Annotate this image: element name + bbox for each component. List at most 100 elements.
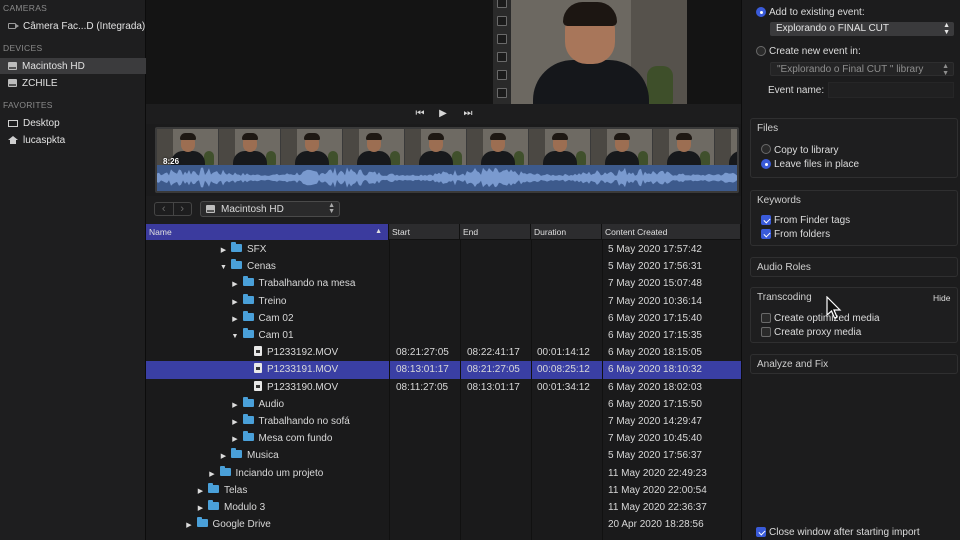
sidebar-item-desktop[interactable]: Desktop bbox=[0, 115, 146, 131]
table-row[interactable]: ▶ Trabalhando na mesa 7 May 2020 15:07:48 bbox=[146, 275, 741, 292]
create-optimized-media-checkbox[interactable] bbox=[761, 313, 771, 323]
table-row[interactable]: P1233190.MOV 08:11:27:05 08:13:01:17 00:01:… bbox=[146, 379, 741, 396]
disclosure-closed-icon[interactable]: ▶ bbox=[231, 397, 240, 414]
from-folders-checkbox[interactable] bbox=[761, 229, 771, 239]
disclosure-open-icon[interactable]: ▼ bbox=[231, 328, 240, 345]
column-header-end[interactable]: End bbox=[460, 224, 531, 240]
item-name: Cam 01 bbox=[258, 330, 294, 341]
table-row[interactable]: ▼ Cenas 5 May 2020 17:56:31 bbox=[146, 258, 741, 275]
folder-icon bbox=[242, 414, 254, 424]
disclosure-closed-icon[interactable]: ▶ bbox=[208, 466, 217, 483]
close-window-checkbox[interactable] bbox=[756, 527, 766, 537]
table-row[interactable]: ▶ Telas 11 May 2020 22:00:54 bbox=[146, 482, 741, 499]
sidebar-header-cameras: CAMERAS bbox=[3, 3, 48, 13]
column-header-duration[interactable]: Duration bbox=[531, 224, 602, 240]
table-row[interactable]: ▼ Cam 01 6 May 2020 17:15:35 bbox=[146, 327, 741, 344]
create-new-event-radio[interactable] bbox=[756, 46, 766, 56]
play-button[interactable]: ▶ bbox=[436, 107, 450, 121]
item-name: Telas bbox=[224, 484, 248, 496]
transport-controls: ⏮ ▶ ⏭ bbox=[146, 104, 741, 124]
column-header-content-created[interactable]: Content Created bbox=[602, 224, 741, 240]
folder-icon bbox=[242, 310, 254, 321]
table-row[interactable]: P1233191.MOV 08:13:01:17 08:21:27:05 00:08:… bbox=[146, 361, 741, 379]
table-row[interactable]: ▶ SFX 5 May 2020 17:57:42 bbox=[146, 241, 741, 258]
disclosure-closed-icon[interactable]: ▶ bbox=[231, 311, 240, 328]
table-row[interactable]: ▶ Google Drive 20 Apr 2020 18:28:56 bbox=[146, 516, 741, 533]
existing-event-popup[interactable]: Explorando o FINAL CUT ▲ ▼ bbox=[770, 22, 954, 36]
previous-frame-button[interactable]: ⏮ bbox=[413, 107, 427, 121]
clip-filmstrip: 8:26 bbox=[146, 124, 741, 196]
transcoding-hide-button[interactable]: Hide bbox=[933, 293, 950, 303]
table-row[interactable]: ▶ Trabalhando no sofá 7 May 2020 14:29:47 bbox=[146, 413, 741, 430]
disclosure-closed-icon[interactable]: ▶ bbox=[231, 294, 240, 311]
sidebar-item-label: Macintosh HD bbox=[22, 60, 85, 72]
next-frame-button[interactable]: ⏭ bbox=[461, 107, 475, 121]
disclosure-closed-icon[interactable]: ▶ bbox=[231, 431, 240, 448]
cell-created: 5 May 2020 17:57:42 bbox=[608, 244, 702, 255]
column-header-name[interactable]: Name ▲ bbox=[146, 224, 389, 240]
table-row[interactable]: ▶ Inciando um projeto 11 May 2020 22:49:23 bbox=[146, 465, 741, 482]
files-section: Files Copy to library Leave files in pla… bbox=[750, 118, 958, 178]
clip-thumbnail bbox=[219, 129, 281, 165]
leave-files-in-place-radio[interactable] bbox=[761, 159, 771, 169]
disclosure-closed-icon[interactable]: ▶ bbox=[196, 500, 205, 517]
disclosure-closed-icon[interactable]: ▶ bbox=[196, 483, 205, 500]
column-header-start[interactable]: Start bbox=[389, 224, 460, 240]
folder-icon bbox=[208, 482, 219, 493]
sidebar-item-label: lucaspkta bbox=[23, 134, 66, 146]
table-row[interactable]: ▶ Audio 6 May 2020 17:15:50 bbox=[146, 396, 741, 413]
folder-icon bbox=[196, 517, 208, 528]
sidebar-item-label: ZCHILE bbox=[22, 77, 58, 89]
item-name: Audio bbox=[258, 398, 285, 410]
location-popup[interactable]: Macintosh HD ▲ ▼ bbox=[200, 201, 340, 217]
table-row[interactable]: ▶ Musica 5 May 2020 17:56:37 bbox=[146, 447, 741, 464]
sidebar-item-zchile[interactable]: ZCHILE bbox=[0, 75, 146, 91]
sidebar-item-camera[interactable]: Câmera Fac...D (Integrada) bbox=[0, 18, 146, 34]
movie-file-icon bbox=[254, 363, 262, 374]
sidebar-item-label: Desktop bbox=[23, 117, 60, 129]
table-row[interactable]: ▶ Cam 02 6 May 2020 17:15:40 bbox=[146, 310, 741, 327]
table-row[interactable]: P1233192.MOV 08:21:27:05 08:22:41:17 00:01:… bbox=[146, 344, 741, 361]
location-label: Macintosh HD bbox=[221, 203, 284, 215]
analyze-and-fix-section[interactable]: Analyze and Fix bbox=[750, 354, 958, 374]
audio-roles-section[interactable]: Audio Roles bbox=[750, 257, 958, 277]
clip-viewer bbox=[146, 0, 741, 104]
item-name: Treino bbox=[258, 295, 287, 307]
create-proxy-media-checkbox[interactable] bbox=[761, 327, 771, 337]
sidebar-item-home[interactable]: lucaspkta bbox=[0, 132, 146, 148]
folder-icon bbox=[219, 465, 231, 476]
from-finder-tags-checkbox[interactable] bbox=[761, 215, 771, 225]
forward-button[interactable]: › bbox=[174, 203, 192, 215]
add-existing-event-radio[interactable] bbox=[756, 7, 766, 17]
home-icon bbox=[8, 136, 18, 144]
copy-to-library-radio[interactable] bbox=[761, 144, 771, 154]
item-name: Google Drive bbox=[212, 519, 271, 531]
desktop-icon bbox=[8, 119, 18, 127]
table-row[interactable]: ▶ Treino 7 May 2020 10:36:14 bbox=[146, 293, 741, 310]
sort-ascending-icon: ▲ bbox=[375, 228, 382, 235]
cell-name: ▼ Cam 01 bbox=[231, 327, 294, 344]
table-row[interactable]: ▶ Modulo 3 11 May 2020 22:36:37 bbox=[146, 499, 741, 516]
disclosure-closed-icon[interactable]: ▶ bbox=[231, 276, 240, 293]
cell-name: P1233191.MOV bbox=[242, 361, 338, 378]
disclosure-closed-icon[interactable]: ▶ bbox=[185, 517, 194, 534]
item-name: Mesa com fundo bbox=[258, 433, 333, 445]
disk-icon bbox=[8, 79, 17, 87]
sidebar-item-macintosh-hd[interactable]: Macintosh HD bbox=[0, 58, 146, 74]
back-button[interactable]: ‹ bbox=[155, 203, 174, 215]
disclosure-closed-icon[interactable]: ▶ bbox=[219, 448, 228, 465]
disclosure-closed-icon[interactable]: ▶ bbox=[219, 242, 228, 259]
cell-name: P1233192.MOV bbox=[242, 344, 338, 361]
disclosure-open-icon[interactable]: ▼ bbox=[219, 259, 228, 276]
table-row[interactable]: ▶ Mesa com fundo 7 May 2020 10:45:40 bbox=[146, 430, 741, 447]
cell-created: 7 May 2020 15:07:48 bbox=[608, 278, 702, 290]
new-event-library-popup[interactable]: "Explorando o Final CUT " library ▲ ▼ bbox=[770, 62, 954, 77]
cell-name: ▶ SFX bbox=[219, 241, 266, 258]
clip-thumbnail-strip[interactable]: 8:26 bbox=[155, 127, 739, 193]
create-proxy-media-label: Create proxy media bbox=[774, 327, 862, 338]
cell-created: 7 May 2020 14:29:47 bbox=[608, 416, 702, 427]
event-name-label: Event name: bbox=[768, 85, 825, 96]
add-existing-event-label: Add to existing event: bbox=[769, 7, 865, 18]
disclosure-closed-icon[interactable]: ▶ bbox=[231, 414, 240, 431]
event-name-input[interactable] bbox=[828, 82, 954, 98]
